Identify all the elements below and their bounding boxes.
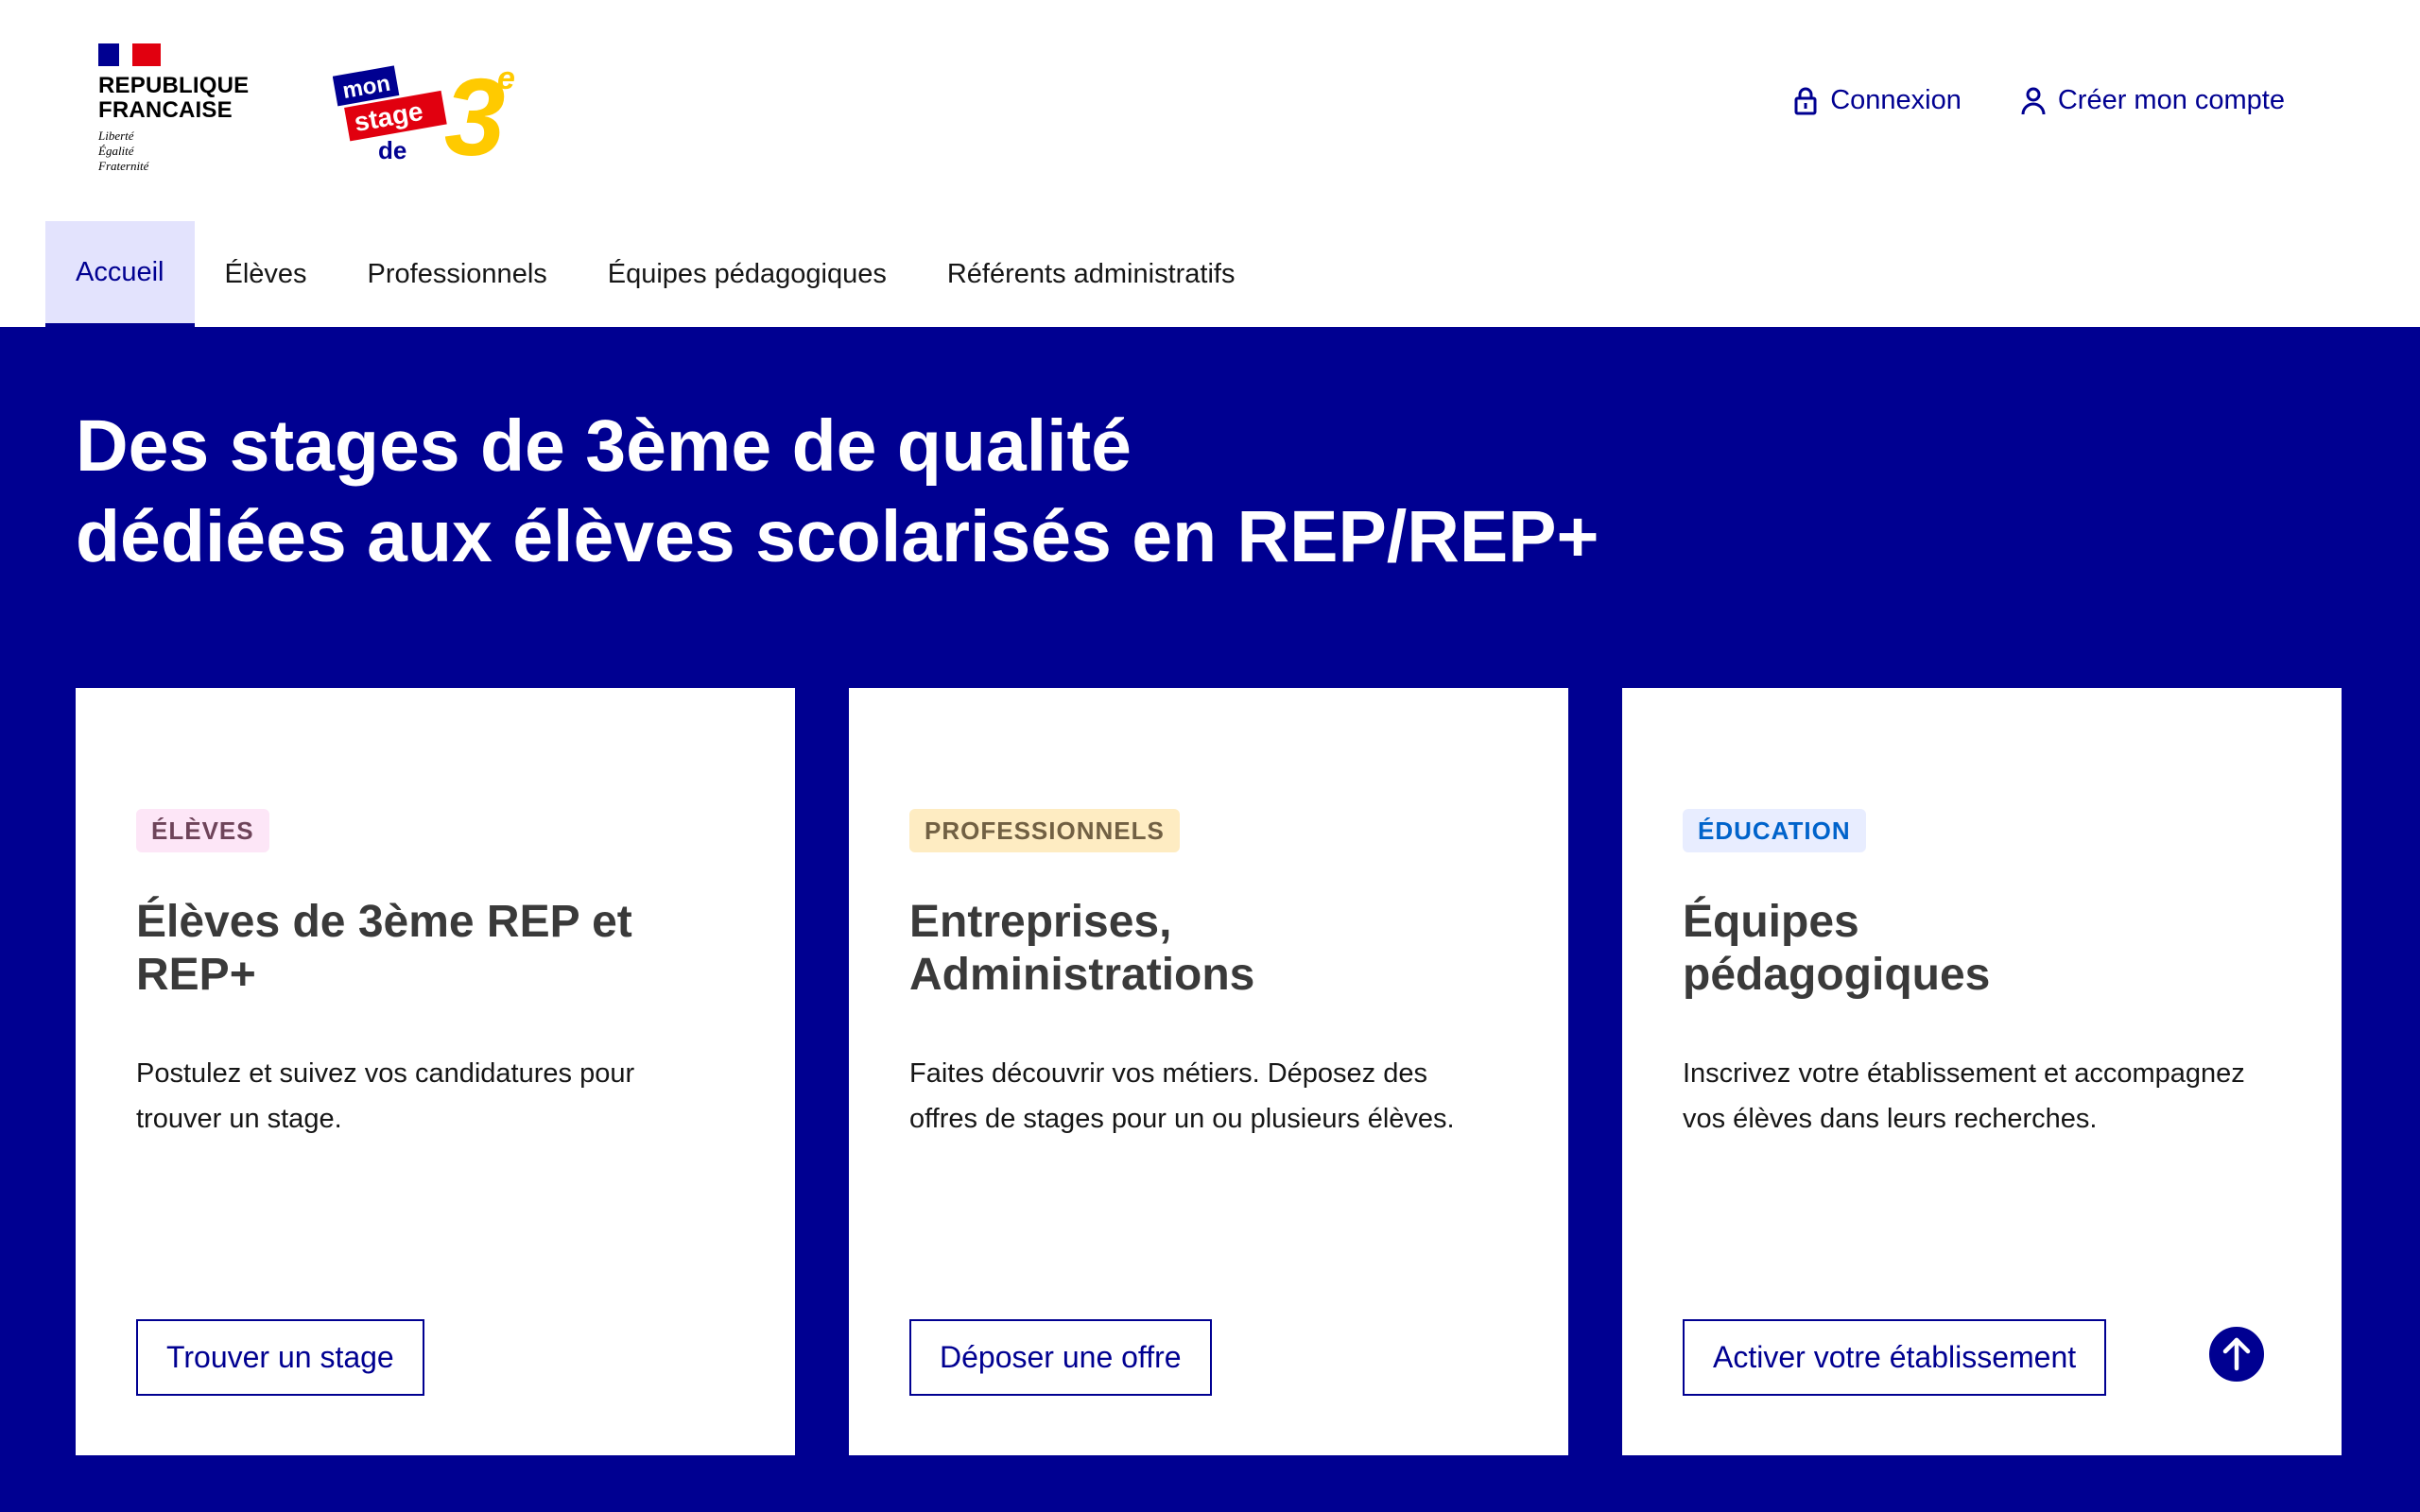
gov-motto-line-3: Fraternité xyxy=(98,159,149,173)
nav-item-equipes-pedagogiques[interactable]: Équipes pédagogiques xyxy=(578,221,917,327)
card-badge: PROFESSIONNELS xyxy=(909,809,1180,852)
arrow-up-icon xyxy=(2222,1337,2251,1371)
card-description-line-1: Inscrivez votre établissement et accompa… xyxy=(1683,1058,2245,1089)
card-eleves: ÉLÈVES Élèves de 3ème REP et REP+ Postul… xyxy=(76,688,795,1455)
signup-label: Créer mon compte xyxy=(2057,85,2285,115)
card-description: Postulez et suivez vos candidatures pour… xyxy=(136,1051,735,1142)
lock-icon xyxy=(1794,87,1817,114)
card-description-line-2: vos élèves dans leurs recherches. xyxy=(1683,1104,2098,1134)
republique-francaise-logo[interactable]: REPUBLIQUE FRANCAISE Liberté Égalité Fra… xyxy=(98,43,250,185)
card-title: Entreprises, Administrations xyxy=(909,896,1508,1002)
gov-name: REPUBLIQUE FRANCAISE xyxy=(98,74,249,123)
find-internship-button[interactable]: Trouver un stage xyxy=(136,1319,424,1396)
audience-cards: ÉLÈVES Élèves de 3ème REP et REP+ Postul… xyxy=(76,688,2342,1455)
hero-title: Des stages de 3ème de qualité dédiées au… xyxy=(76,401,1599,582)
signup-link[interactable]: Créer mon compte xyxy=(2020,85,2285,116)
header-tools: Connexion Créer mon compte xyxy=(1792,85,2285,116)
card-description-line-2: offres de stages pour un ou plusieurs él… xyxy=(909,1104,1455,1134)
gov-motto: Liberté Égalité Fraternité xyxy=(98,129,148,174)
gov-name-line-2: FRANCAISE xyxy=(98,97,233,123)
card-description-line-1: Postulez et suivez vos candidatures pour xyxy=(136,1058,635,1089)
marianne-flag-icon xyxy=(98,43,161,66)
hero-title-line-2: dédiées aux élèves scolarisés en REP/REP… xyxy=(76,496,1599,577)
card-description: Inscrivez votre établissement et accompa… xyxy=(1683,1051,2281,1142)
logo-e: e xyxy=(497,60,515,96)
nav-item-eleves[interactable]: Élèves xyxy=(195,221,337,327)
logo-de: de xyxy=(378,136,406,164)
main-nav: Accueil Élèves Professionnels Équipes pé… xyxy=(45,221,1265,327)
card-description-line-2: trouver un stage. xyxy=(136,1104,342,1134)
card-title: Élèves de 3ème REP et REP+ xyxy=(136,896,735,1002)
card-badge: ÉLÈVES xyxy=(136,809,269,852)
nav-item-referents-administratifs[interactable]: Référents administratifs xyxy=(917,221,1266,327)
logo-stage: stage xyxy=(352,96,424,137)
scroll-to-top-button[interactable] xyxy=(2207,1325,2266,1383)
logo-3: 3 xyxy=(444,57,506,166)
card-badge: ÉDUCATION xyxy=(1683,809,1866,852)
gov-motto-line-2: Égalité xyxy=(98,144,134,158)
card-title-line-2: pédagogiques xyxy=(1683,950,1991,1000)
hero-title-line-1: Des stages de 3ème de qualité xyxy=(76,405,1132,487)
card-professionnels: PROFESSIONNELS Entreprises, Administrati… xyxy=(849,688,1568,1455)
card-description: Faites découvrir vos métiers. Déposez de… xyxy=(909,1051,1508,1142)
card-title: Équipes pédagogiques xyxy=(1683,896,2281,1002)
card-title-line-1: Élèves de 3ème REP et xyxy=(136,897,632,947)
card-title-line-2: Administrations xyxy=(909,950,1255,1000)
card-title-line-1: Équipes xyxy=(1683,897,1859,947)
post-offer-button[interactable]: Déposer une offre xyxy=(909,1319,1212,1396)
mon-stage-de-3e-logo[interactable]: 3 e mon stage de xyxy=(333,57,522,166)
login-link[interactable]: Connexion xyxy=(1792,85,1962,116)
card-description-line-1: Faites découvrir vos métiers. Déposez de… xyxy=(909,1058,1427,1089)
card-title-line-2: REP+ xyxy=(136,950,256,1000)
site-header: REPUBLIQUE FRANCAISE Liberté Égalité Fra… xyxy=(0,0,2420,327)
card-title-line-1: Entreprises, xyxy=(909,897,1172,947)
gov-motto-line-1: Liberté xyxy=(98,129,134,143)
activate-school-button[interactable]: Activer votre établissement xyxy=(1683,1319,2107,1396)
nav-item-accueil[interactable]: Accueil xyxy=(45,221,195,327)
gov-name-line-1: REPUBLIQUE xyxy=(98,73,250,98)
login-label: Connexion xyxy=(1830,85,1962,115)
nav-item-professionnels[interactable]: Professionnels xyxy=(337,221,578,327)
user-icon xyxy=(2021,87,2046,114)
